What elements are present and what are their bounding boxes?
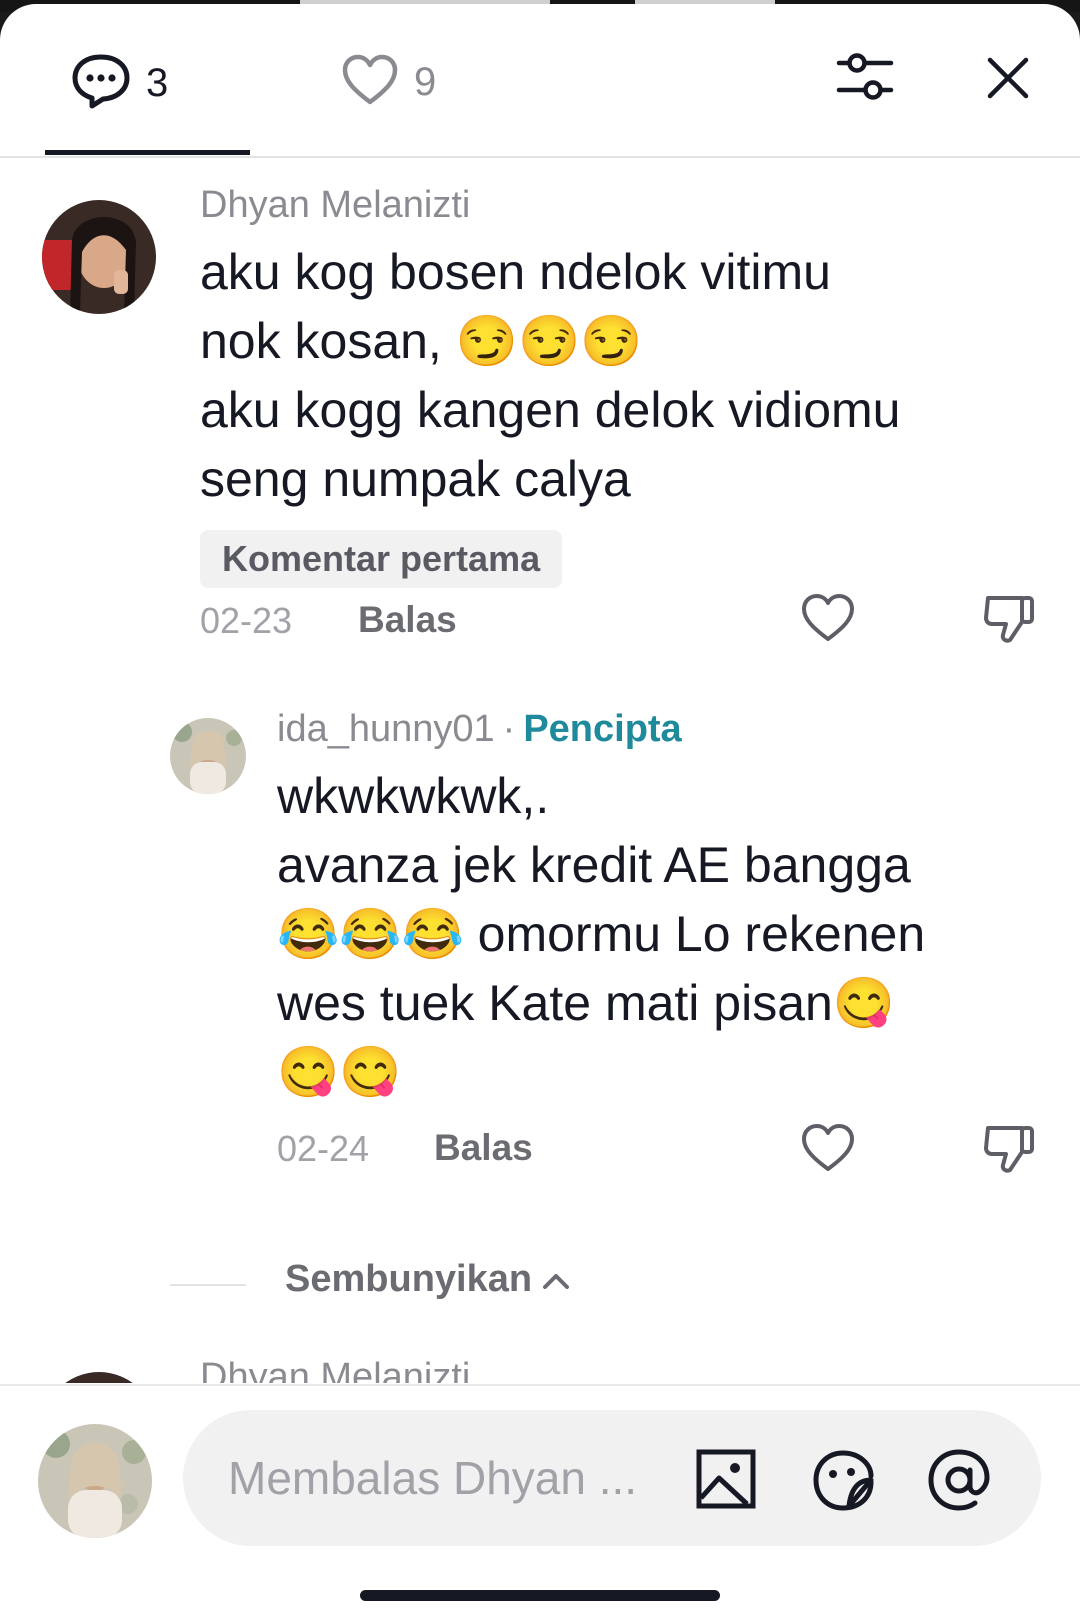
avatar[interactable] <box>170 718 246 794</box>
reply-text: wkwkwkwk,. avanza jek kredit AE bangga 😂… <box>277 768 926 1100</box>
dislike-icon <box>982 596 1038 650</box>
next-comment-username[interactable]: Dhyan Melanizti <box>200 1356 470 1383</box>
comment-username[interactable]: Dhyan Melanizti <box>200 184 470 227</box>
reply-button[interactable]: Balas <box>358 599 457 641</box>
comments-sheet: 3 9 Dhyan Melanizti aku kog bosen ndelok… <box>0 4 1080 1618</box>
heart-outline-icon <box>800 594 856 648</box>
dislike-icon <box>982 1126 1038 1180</box>
dislike-comment-button[interactable] <box>982 590 1038 651</box>
sticker-button[interactable] <box>811 1448 877 1517</box>
comment-text: aku kog bosen ndelok vitimu nok kosan, 😏… <box>200 244 901 507</box>
mention-button[interactable] <box>927 1448 991 1517</box>
close-button[interactable] <box>986 56 1030 105</box>
my-avatar[interactable] <box>38 1424 152 1538</box>
image-icon <box>695 1449 757 1514</box>
comment-icon <box>70 52 132 115</box>
creator-label: Pencipta <box>523 708 682 750</box>
first-comment-badge: Komentar pertama <box>200 530 563 588</box>
avatar[interactable] <box>42 1372 156 1383</box>
reply-date: 02-24 <box>277 1128 370 1169</box>
separator-dot: · <box>502 708 516 750</box>
at-icon <box>927 1449 991 1516</box>
hide-replies-button[interactable]: Sembunyikan <box>285 1258 570 1301</box>
image-button[interactable] <box>695 1448 757 1515</box>
hide-replies-label: Sembunyikan <box>285 1258 533 1300</box>
tab-comments[interactable]: 3 <box>70 52 168 115</box>
reply-input[interactable] <box>228 1410 648 1546</box>
hide-replies-divider <box>170 1284 246 1286</box>
reply-button[interactable]: Balas <box>434 1127 533 1169</box>
reply-username[interactable]: ida_hunny01 · Pencipta <box>277 708 682 751</box>
heart-icon <box>340 52 400 113</box>
sticker-icon <box>811 1450 877 1516</box>
likes-count: 9 <box>414 60 437 104</box>
home-indicator <box>360 1590 720 1601</box>
reply-username-text[interactable]: ida_hunny01 <box>277 708 495 750</box>
reply-input-container[interactable] <box>183 1410 1041 1546</box>
tab-likes[interactable]: 9 <box>340 52 436 113</box>
dislike-reply-button[interactable] <box>982 1120 1038 1181</box>
filter-button[interactable] <box>836 50 894 109</box>
comment-list[interactable]: Dhyan Melanizti aku kog bosen ndelok vit… <box>0 158 1080 1383</box>
reply-composer <box>0 1384 1080 1618</box>
active-tab-indicator <box>45 150 250 155</box>
comments-count: 3 <box>146 61 169 105</box>
like-comment-button[interactable] <box>800 592 856 649</box>
comment-date: 02-23 <box>200 600 293 641</box>
heart-outline-icon <box>800 1124 856 1178</box>
comments-header: 3 9 <box>0 4 1080 158</box>
avatar[interactable] <box>42 200 156 314</box>
like-reply-button[interactable] <box>800 1122 856 1179</box>
filter-icon <box>836 53 894 108</box>
chevron-up-icon <box>532 1258 570 1301</box>
close-icon <box>986 57 1030 104</box>
